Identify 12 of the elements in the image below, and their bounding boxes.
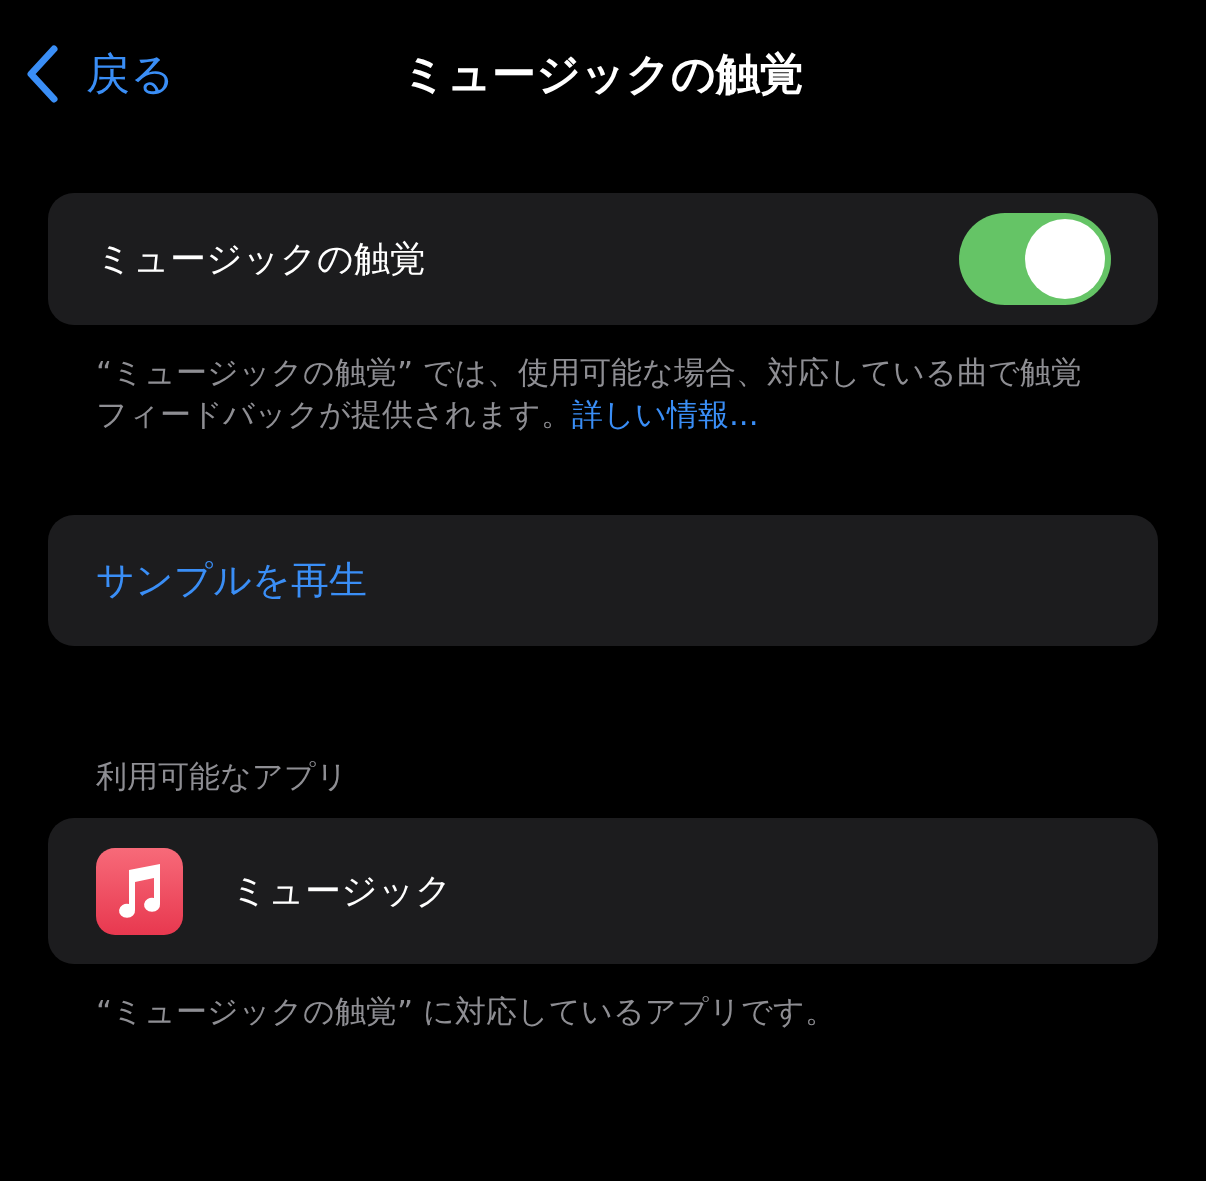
app-name: ミュージック (231, 868, 453, 913)
page-title: ミュージックの触覚 (402, 46, 804, 101)
toggle-label: ミュージックの触覚 (96, 236, 427, 281)
chevron-left-icon (24, 44, 60, 104)
more-info-link[interactable]: 詳しい情報... (572, 396, 759, 432)
play-sample-button[interactable]: サンプルを再生 (48, 515, 1158, 646)
description-text: “ミュージックの触覚” では、使用可能な場合、対応している曲で触覚フィードバックが提供されます。詳しい情報... (96, 353, 1083, 434)
section-header: 利用可能なアプリ (96, 757, 349, 796)
app-row[interactable]: ミュージック (48, 818, 1158, 964)
back-button[interactable]: 戻る (24, 44, 175, 104)
music-app-icon (96, 847, 183, 935)
apps-description: “ミュージックの触覚” に対応しているアプリです。 (96, 992, 837, 1031)
